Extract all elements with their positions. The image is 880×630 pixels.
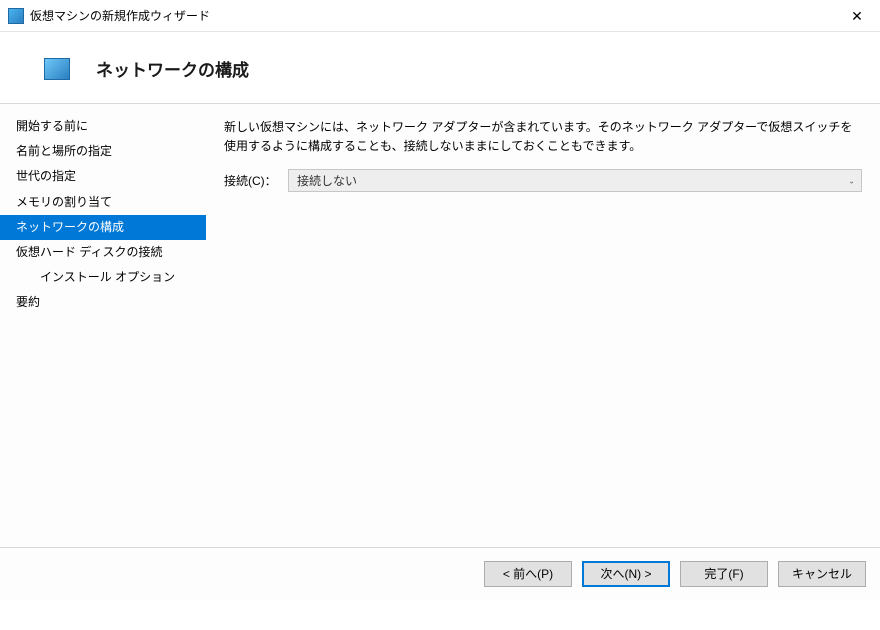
connection-select[interactable]: 接続しない ⌄	[288, 169, 862, 192]
content-area: 開始する前に 名前と場所の指定 世代の指定 メモリの割り当て ネットワークの構成…	[0, 103, 880, 547]
step-generation[interactable]: 世代の指定	[0, 164, 206, 189]
wizard-footer: < 前へ(P) 次へ(N) > 完了(F) キャンセル	[0, 547, 880, 599]
connection-label: 接続(C)：	[224, 172, 282, 189]
wizard-header-icon	[44, 58, 70, 80]
step-network[interactable]: ネットワークの構成	[0, 215, 206, 240]
step-memory[interactable]: メモリの割り当て	[0, 190, 206, 215]
finish-button[interactable]: 完了(F)	[680, 561, 768, 587]
close-icon: ✕	[851, 8, 863, 25]
step-install-options[interactable]: インストール オプション	[0, 265, 206, 290]
main-pane: 新しい仮想マシンには、ネットワーク アダプターが含まれています。そのネットワーク…	[206, 104, 880, 547]
connection-row: 接続(C)： 接続しない ⌄	[224, 169, 862, 192]
window-title: 仮想マシンの新規作成ウィザード	[30, 7, 210, 24]
chevron-down-icon: ⌄	[848, 176, 855, 185]
step-virtual-disk[interactable]: 仮想ハード ディスクの接続	[0, 240, 206, 265]
page-description: 新しい仮想マシンには、ネットワーク アダプターが含まれています。そのネットワーク…	[224, 118, 862, 155]
titlebar: 仮想マシンの新規作成ウィザード ✕	[0, 0, 880, 32]
cancel-button[interactable]: キャンセル	[778, 561, 866, 587]
prev-button[interactable]: < 前へ(P)	[484, 561, 572, 587]
next-button[interactable]: 次へ(N) >	[582, 561, 670, 587]
step-before-start[interactable]: 開始する前に	[0, 114, 206, 139]
wizard-header: ネットワークの構成	[0, 32, 880, 103]
close-button[interactable]: ✕	[834, 0, 880, 32]
app-icon	[8, 8, 24, 24]
step-name-location[interactable]: 名前と場所の指定	[0, 139, 206, 164]
connection-select-value: 接続しない	[297, 172, 357, 189]
step-summary[interactable]: 要約	[0, 290, 206, 315]
page-title: ネットワークの構成	[96, 56, 249, 81]
wizard-steps-sidebar: 開始する前に 名前と場所の指定 世代の指定 メモリの割り当て ネットワークの構成…	[0, 104, 206, 547]
